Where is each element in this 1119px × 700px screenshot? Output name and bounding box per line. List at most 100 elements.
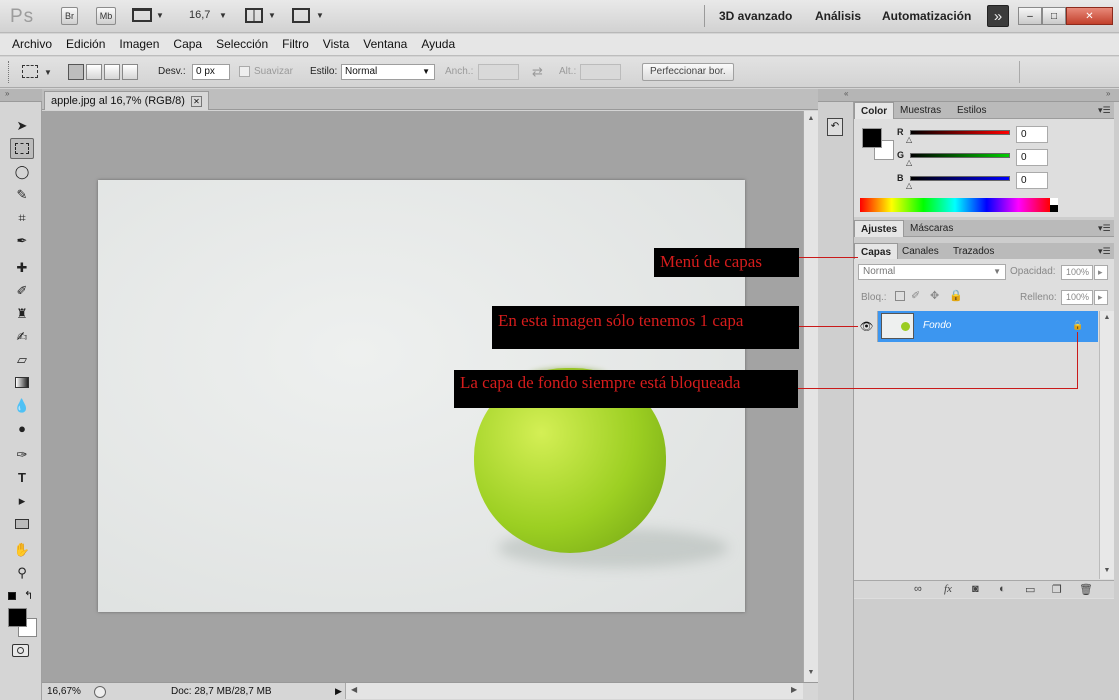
width-input[interactable] — [478, 64, 519, 80]
zoom-tool-icon[interactable]: ⚲ — [10, 562, 34, 583]
close-button[interactable]: ✕ — [1066, 7, 1113, 25]
tab-swatches[interactable]: Muestras — [894, 102, 947, 119]
scroll-up-icon[interactable]: ▲ — [1100, 314, 1114, 321]
opacity-input[interactable]: 100% — [1061, 265, 1093, 280]
quick-selection-tool-icon[interactable]: ✎ — [10, 184, 34, 205]
gradient-tool-icon[interactable] — [10, 372, 34, 393]
menu-view[interactable]: Vista — [323, 34, 349, 55]
dock-header[interactable]: « » — [818, 89, 1119, 102]
healing-brush-tool-icon[interactable]: ✚ — [10, 257, 34, 278]
menu-window[interactable]: Ventana — [363, 34, 407, 55]
add-mask-icon[interactable]: ◙ — [972, 583, 979, 595]
tab-channels[interactable]: Canales — [896, 243, 945, 260]
marquee-tool-icon[interactable] — [10, 138, 34, 159]
delete-layer-icon[interactable]: 🗑 — [1079, 583, 1093, 596]
arrange-documents-icon[interactable] — [245, 8, 263, 23]
history-brush-tool-icon[interactable]: ✍ — [10, 326, 34, 347]
bridge-button[interactable]: Br — [61, 7, 78, 25]
channel-r-slider[interactable] — [910, 130, 1010, 135]
crop-tool-icon[interactable]: ⌗ — [10, 207, 34, 228]
move-tool-icon[interactable]: ➤ — [10, 115, 34, 136]
minimize-button[interactable]: – — [1018, 7, 1042, 25]
foreground-color-swatch[interactable] — [862, 128, 882, 148]
black-white-ramp[interactable] — [1050, 198, 1058, 212]
feather-input[interactable]: 0 px — [192, 64, 230, 80]
default-colors-icon[interactable] — [8, 592, 16, 600]
height-input[interactable] — [580, 64, 621, 80]
tab-adjustments[interactable]: Ajustes — [854, 220, 905, 237]
chevron-down-icon[interactable]: ▼ — [268, 11, 276, 20]
fill-arrow-icon[interactable]: ▸ — [1094, 290, 1108, 305]
lock-position-icon[interactable]: ✥ — [930, 289, 939, 302]
workspace-automation[interactable]: Automatización — [882, 9, 971, 23]
channel-r-input[interactable]: 0 — [1016, 126, 1048, 143]
collapse-panels-icon[interactable]: » — [1106, 89, 1110, 98]
antialias-checkbox[interactable] — [239, 66, 250, 77]
menu-help[interactable]: Ayuda — [421, 34, 455, 55]
selection-add-button[interactable] — [86, 64, 102, 80]
chevron-down-icon[interactable]: ▼ — [156, 11, 164, 20]
lasso-tool-icon[interactable]: ◯ — [10, 161, 34, 182]
blur-tool-icon[interactable]: 💧 — [10, 395, 34, 416]
menu-file[interactable]: Archivo — [12, 34, 52, 55]
refine-edge-button[interactable]: Perfeccionar bor. — [642, 63, 734, 81]
new-layer-icon[interactable]: ❐ — [1052, 583, 1062, 596]
scroll-right-icon[interactable]: ▶ — [791, 685, 797, 694]
channel-b-input[interactable]: 0 — [1016, 172, 1048, 189]
swap-dimensions-icon[interactable]: ⇄ — [532, 64, 543, 80]
slider-handle-icon[interactable]: △ — [906, 158, 912, 167]
menu-edit[interactable]: Edición — [66, 34, 105, 55]
tab-masks[interactable]: Máscaras — [904, 220, 959, 237]
layers-panel-menu-icon[interactable]: ▾☰ — [1098, 246, 1111, 257]
maximize-button[interactable]: □ — [1042, 7, 1066, 25]
close-icon[interactable]: ✕ — [190, 95, 202, 107]
menu-layer[interactable]: Capa — [173, 34, 202, 55]
view-extras-icon[interactable] — [132, 8, 152, 22]
chevron-down-icon[interactable]: ▼ — [219, 11, 227, 20]
foreground-color-swatch-front[interactable] — [8, 608, 27, 627]
scroll-up-icon[interactable]: ▲ — [804, 115, 818, 122]
chevron-down-icon[interactable]: ▼ — [44, 68, 52, 77]
tab-paths[interactable]: Trazados — [947, 243, 1000, 260]
eyedropper-tool-icon[interactable]: ✒ — [10, 230, 34, 251]
link-layers-icon[interactable]: ∞ — [914, 583, 922, 595]
new-group-icon[interactable]: ▭ — [1025, 583, 1035, 596]
collapse-dock-icon[interactable]: « — [844, 89, 848, 98]
document-tab[interactable]: apple.jpg al 16,7% (RGB/8) ✕ — [44, 91, 209, 110]
hand-tool-icon[interactable]: ✋ — [10, 539, 34, 560]
selection-new-button[interactable] — [68, 64, 84, 80]
workspace-overflow-button[interactable]: » — [987, 5, 1009, 27]
menu-image[interactable]: Imagen — [119, 34, 159, 55]
menu-filter[interactable]: Filtro — [282, 34, 309, 55]
horizontal-scrollbar[interactable]: ◀ ▶ — [345, 683, 803, 699]
path-selection-tool-icon[interactable]: ▸ — [10, 490, 34, 511]
eraser-tool-icon[interactable]: ▱ — [10, 349, 34, 370]
swap-colors-icon[interactable]: ↰ — [24, 589, 33, 602]
expand-panel-icon[interactable]: » — [5, 89, 9, 98]
channel-g-input[interactable]: 0 — [1016, 149, 1048, 166]
scroll-down-icon[interactable]: ▼ — [804, 669, 818, 676]
quick-mask-icon[interactable] — [12, 644, 29, 657]
lock-transparent-icon[interactable] — [895, 291, 905, 301]
lock-all-icon[interactable]: 🔒 — [949, 289, 963, 302]
minibridge-button[interactable]: Mb — [96, 7, 116, 25]
tools-panel-header[interactable]: » — [0, 89, 42, 102]
status-zoom[interactable]: 16,67% — [47, 686, 81, 697]
chevron-down-icon[interactable]: ▼ — [316, 11, 324, 20]
vertical-scrollbar[interactable]: ▲ ▼ — [803, 111, 818, 682]
layer-name[interactable]: Fondo — [923, 320, 951, 331]
slider-handle-icon[interactable]: △ — [906, 135, 912, 144]
menu-select[interactable]: Selección — [216, 34, 268, 55]
tab-styles[interactable]: Estilos — [951, 102, 992, 119]
shape-tool-icon[interactable] — [10, 513, 34, 534]
type-tool-icon[interactable]: T — [10, 467, 34, 488]
pen-tool-icon[interactable]: ✑ — [10, 444, 34, 465]
opacity-arrow-icon[interactable]: ▸ — [1094, 265, 1108, 280]
channel-b-slider[interactable] — [910, 176, 1010, 181]
layers-scrollbar[interactable]: ▲ ▼ — [1099, 311, 1114, 579]
style-select[interactable]: Normal ▼ — [341, 64, 435, 80]
layer-style-icon[interactable]: fx — [944, 583, 952, 595]
timing-icon[interactable] — [94, 686, 106, 698]
panel-menu-icon[interactable]: ▾☰ — [1098, 223, 1111, 234]
blend-mode-select[interactable]: Normal ▼ — [858, 264, 1006, 280]
